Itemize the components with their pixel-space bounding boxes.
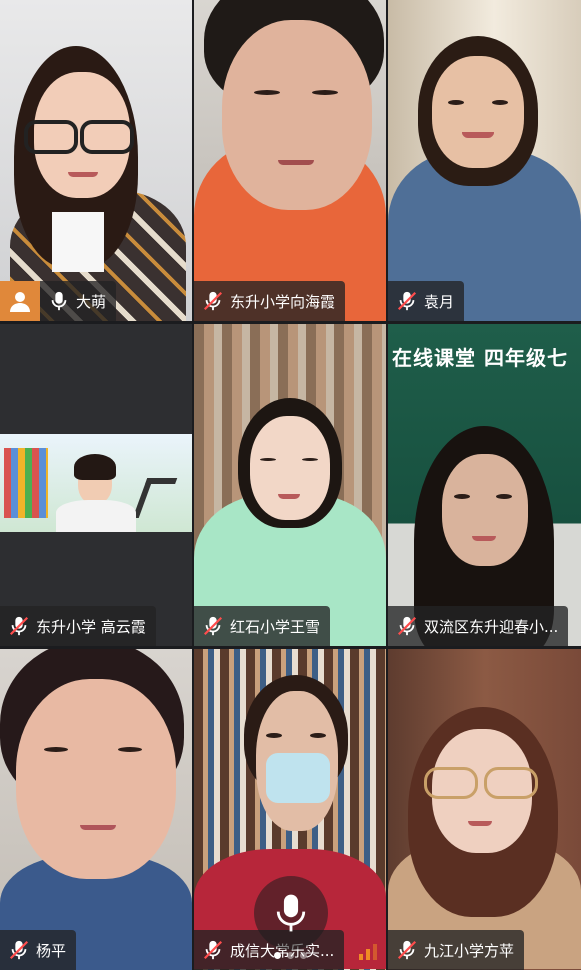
mic-muted-icon — [203, 940, 223, 960]
participant-name: 东升小学向海霞 — [230, 292, 336, 311]
mic-icon — [51, 291, 67, 311]
mic-muted-icon — [397, 291, 417, 311]
mic-muted-icon — [397, 616, 417, 636]
participant-video — [0, 0, 192, 321]
participant-name: 九江小学方苹 — [424, 941, 515, 960]
participant-tile-3[interactable]: 袁月 — [388, 0, 581, 321]
participant-namebar: 东升小学向海霞 — [194, 281, 346, 321]
participant-tile-1[interactable]: 大萌 — [0, 0, 192, 321]
page-dot[interactable] — [300, 952, 307, 959]
mic-muted-icon — [397, 940, 417, 960]
participant-video — [194, 0, 386, 321]
mic-icon — [276, 894, 306, 932]
video-grid: 大萌 东升小学向海霞 袁月 东升小学 高云霞 红石小学王雪 在线课堂 四年级七 … — [0, 0, 581, 970]
person-icon — [0, 281, 40, 321]
participant-namebar: 九江小学方苹 — [388, 930, 525, 970]
shared-slide — [0, 434, 192, 532]
participant-tile-6[interactable]: 在线课堂 四年级七 双流区东升迎春小... — [388, 324, 581, 646]
participant-name: 红石小学王雪 — [230, 617, 321, 636]
participant-tile-4[interactable]: 东升小学 高云霞 — [0, 324, 192, 646]
participant-namebar: 双流区东升迎春小... — [388, 606, 569, 646]
participant-name: 袁月 — [424, 292, 455, 311]
participant-namebar: 红石小学王雪 — [194, 606, 331, 646]
participant-name: 杨平 — [36, 941, 67, 960]
participant-tile-7[interactable]: 杨平 — [0, 649, 192, 970]
mic-muted-icon — [9, 616, 29, 636]
mic-muted-icon — [203, 616, 223, 636]
participant-namebar: 袁月 — [388, 281, 465, 321]
page-indicator — [274, 952, 307, 959]
participant-name: 东升小学 高云霞 — [36, 617, 146, 636]
participant-name: 双流区东升迎春小... — [424, 617, 559, 636]
participant-video — [388, 0, 581, 321]
participant-video — [0, 324, 192, 646]
signal-icon — [359, 944, 377, 960]
participant-video — [194, 324, 386, 646]
board-text: 在线课堂 四年级七 — [392, 346, 568, 370]
participant-tile-9[interactable]: 九江小学方苹 — [388, 649, 581, 970]
participant-tile-5[interactable]: 红石小学王雪 — [194, 324, 386, 646]
participant-namebar: 大萌 — [40, 281, 117, 321]
participant-namebar: 杨平 — [0, 930, 77, 970]
participant-namebar: 东升小学 高云霞 — [0, 606, 156, 646]
page-dot[interactable] — [287, 952, 294, 959]
mic-muted-icon — [9, 940, 29, 960]
participant-video — [0, 649, 192, 970]
mic-toggle-button[interactable] — [254, 876, 328, 950]
participant-tile-2[interactable]: 东升小学向海霞 — [194, 0, 386, 321]
page-dot-active[interactable] — [274, 952, 281, 959]
participant-name: 大萌 — [76, 292, 107, 311]
mic-muted-icon — [203, 291, 223, 311]
participant-video: 在线课堂 四年级七 — [388, 324, 581, 646]
participant-video — [388, 649, 581, 970]
